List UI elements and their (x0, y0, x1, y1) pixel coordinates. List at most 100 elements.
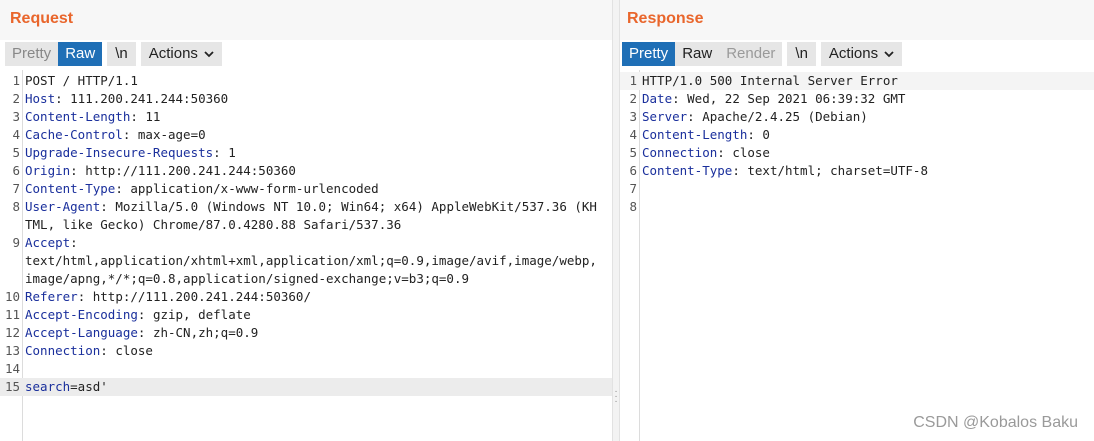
code-line: 4 Content-Length: 0 (620, 126, 1094, 144)
line-text: Content-Length: 11 (25, 108, 612, 126)
code-line: 7 (620, 180, 1094, 198)
code-line: 13 Connection: close (0, 342, 612, 360)
request-panel: Request Pretty Raw \n Actions 1 POST / HT… (0, 0, 612, 441)
header-key: Content-Length (642, 127, 748, 142)
request-actions-button[interactable]: Actions (140, 42, 222, 66)
code-line: 5 Connection: close (620, 144, 1094, 162)
header-key: Referer (25, 289, 78, 304)
line-number: 3 (629, 109, 637, 124)
header-value: : http://111.200.241.244:50360/ (77, 289, 311, 304)
line-text: Cache-Control: max-age=0 (25, 126, 612, 144)
line-number: 3 (12, 109, 20, 124)
response-actions-button[interactable]: Actions (820, 42, 903, 66)
header-key: Content-Type (25, 181, 116, 196)
header-value: : text/html; charset=UTF-8 (732, 163, 928, 178)
header-value: : 0 (747, 127, 770, 142)
response-header: Response (620, 0, 1094, 40)
header-value: : zh-CN,zh;q=0.9 (137, 325, 259, 340)
response-actions-label: Actions (828, 45, 879, 62)
line-text: POST / HTTP/1.1 (25, 72, 612, 90)
code-line: 1 POST / HTTP/1.1 (0, 72, 612, 90)
code-line: 2 Host: 111.200.241.244:50360 (0, 90, 612, 108)
header-value: : Mozilla/5.0 (Windows NT 10.0; Win64; x… (25, 199, 597, 232)
code-line: 2 Date: Wed, 22 Sep 2021 06:39:32 GMT (620, 90, 1094, 108)
line-text: Content-Type: application/x-www-form-url… (25, 180, 612, 198)
drag-handle-icon[interactable]: · · · (612, 387, 620, 407)
request-code: 1 POST / HTTP/1.1 2 Host: 111.200.241.244:5… (0, 72, 612, 396)
response-tab-raw[interactable]: Raw (675, 42, 720, 66)
request-tab-raw[interactable]: Raw (58, 42, 103, 66)
line-text: Accept-Language: zh-CN,zh;q=0.9 (25, 324, 612, 342)
response-tab-render: Render (719, 42, 783, 66)
line-text: Connection: close (25, 342, 612, 360)
request-newline-toggle[interactable]: \n (107, 42, 136, 66)
line-number: 10 (4, 289, 20, 304)
line-text: Date: Wed, 22 Sep 2021 06:39:32 GMT (642, 90, 1094, 108)
line-text: Accept: text/html,application/xhtml+xml,… (25, 234, 612, 288)
response-editor[interactable]: 1 HTTP/1.0 500 Internal Server Error 2 Date… (620, 70, 1094, 441)
line-number: 4 (629, 127, 637, 142)
line-number: 1 (629, 73, 637, 88)
code-line: 4 Cache-Control: max-age=0 (0, 126, 612, 144)
line-number: 6 (629, 163, 637, 178)
line-number: 6 (12, 163, 20, 178)
header-value: HTTP/1.0 500 Internal Server Error (642, 73, 898, 88)
request-actions-label: Actions (148, 45, 198, 62)
line-text: search=asd' (25, 378, 612, 396)
code-line: 3 Server: Apache/2.4.25 (Debian) (620, 108, 1094, 126)
line-number: 7 (12, 181, 20, 196)
response-newline-toggle[interactable]: \n (787, 42, 816, 66)
header-key: Accept-Encoding (25, 307, 138, 322)
header-key: Connection (25, 343, 101, 358)
response-title: Response (627, 10, 704, 27)
line-text: User-Agent: Mozilla/5.0 (Windows NT 10.0… (25, 198, 612, 234)
header-key: Origin (25, 163, 71, 178)
header-value: : close (100, 343, 153, 358)
line-text: Upgrade-Insecure-Requests: 1 (25, 144, 612, 162)
line-text: Accept-Encoding: gzip, deflate (25, 306, 612, 324)
code-line: 7 Content-Type: application/x-www-form-ur… (0, 180, 612, 198)
panel-splitter[interactable] (612, 0, 620, 441)
request-tab-pretty[interactable]: Pretty (5, 42, 59, 66)
chevron-down-icon (204, 51, 214, 58)
response-toolbar: Pretty Raw Render \n Actions (622, 41, 907, 67)
response-tab-pretty[interactable]: Pretty (622, 42, 676, 66)
request-editor[interactable]: 1 POST / HTTP/1.1 2 Host: 111.200.241.244:5… (0, 70, 612, 441)
response-panel: Response Pretty Raw Render \n Actions 1H… (620, 0, 1094, 441)
line-number: 8 (629, 199, 637, 214)
header-value: : 1 (213, 145, 236, 160)
line-number: 8 (12, 199, 20, 214)
line-text: Host: 111.200.241.244:50360 (25, 90, 612, 108)
header-key: Content-Length (25, 109, 131, 124)
request-header: Request (0, 0, 612, 40)
code-line: 15 search=asd' (0, 378, 612, 396)
code-line: 12 Accept-Language: zh-CN,zh;q=0.9 (0, 324, 612, 342)
header-value: : application/x-www-form-urlencoded (115, 181, 379, 196)
header-key: Host (25, 91, 56, 106)
line-number: 15 (4, 379, 20, 394)
line-number: 13 (4, 343, 20, 358)
line-text: Connection: close (642, 144, 1094, 162)
header-key: Date (642, 91, 673, 106)
header-key: Accept (25, 235, 71, 250)
response-code: 1 HTTP/1.0 500 Internal Server Error 2 Date… (620, 72, 1094, 216)
header-value: : http://111.200.241.244:50360 (70, 163, 296, 178)
code-line: 3 Content-Length: 11 (0, 108, 612, 126)
code-line: 8 User-Agent: Mozilla/5.0 (Windows NT 10.… (0, 198, 612, 234)
header-key: Upgrade-Insecure-Requests (25, 145, 214, 160)
line-number: 11 (4, 307, 20, 322)
line-text: Content-Type: text/html; charset=UTF-8 (642, 162, 1094, 180)
header-key: Server (642, 109, 688, 124)
header-value: : 111.200.241.244:50360 (55, 91, 229, 106)
header-value: : 11 (130, 109, 161, 124)
header-value: : text/html,application/xhtml+xml,applic… (25, 235, 597, 286)
line-text: Server: Apache/2.4.25 (Debian) (642, 108, 1094, 126)
header-key: Content-Type (642, 163, 733, 178)
line-number: 2 (12, 91, 20, 106)
code-line: 8 (620, 198, 1094, 216)
header-value: : gzip, deflate (137, 307, 251, 322)
line-number: 7 (629, 181, 637, 196)
line-text: Referer: http://111.200.241.244:50360/ (25, 288, 612, 306)
chevron-down-icon (884, 51, 894, 58)
request-toolbar: Pretty Raw \n Actions (5, 41, 227, 67)
